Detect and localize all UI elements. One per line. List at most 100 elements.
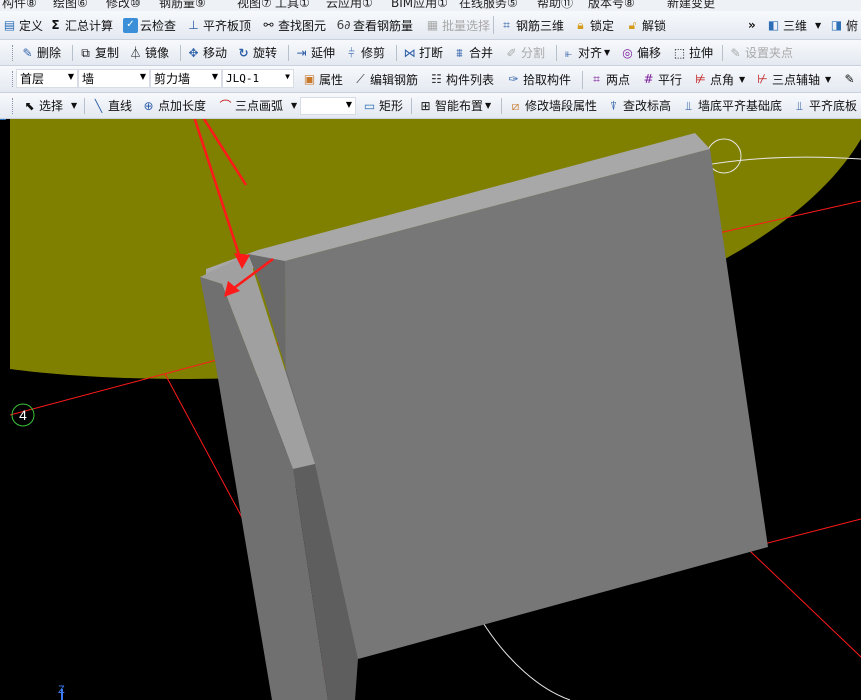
overflow-chevron-icon: » (748, 18, 756, 32)
offset-button[interactable]: ◎ 偏移 (620, 40, 661, 65)
menu-new-change[interactable]: 新建变更 (667, 0, 715, 11)
rectangle-label: 矩形 (379, 99, 404, 113)
point-angle-icon: ⊭ (695, 72, 706, 86)
shape-select[interactable]: ▼ (300, 97, 356, 115)
view-rebar-qty-button[interactable]: 6∂ 查看钢筋量 (336, 11, 413, 39)
stretch-button[interactable]: ⬚ 拉伸 (672, 40, 713, 65)
menu-rebar-qty[interactable]: 钢筋量⑨ (159, 0, 206, 11)
3d-viewport[interactable]: 4 Z (10, 119, 861, 700)
point-angle-dropdown[interactable]: ⊭ 点角 ▼ (693, 66, 745, 92)
view-top-button[interactable]: ◨ 俯 (829, 11, 858, 39)
batch-select-button[interactable]: ▦ 批量选择 (425, 11, 490, 39)
unlock-icon: 🔓︎ (628, 18, 637, 32)
menu-cloud[interactable]: 云应用① (326, 0, 373, 11)
trim-label: 修剪 (361, 46, 386, 60)
point-angle-label: 点角 (710, 72, 735, 87)
line-button[interactable]: ╲ 直线 (91, 93, 132, 118)
toolbar-grip[interactable] (12, 98, 16, 114)
parallel-button[interactable]: # 平行 (641, 66, 682, 92)
toolbar-overflow-button[interactable]: » (748, 11, 756, 39)
unlock-button[interactable]: 🔓︎ 解锁 (625, 11, 666, 39)
break-button[interactable]: ⋈ 打断 (402, 40, 444, 65)
menu-tools[interactable]: 工具① (275, 0, 310, 11)
rotate-label: 旋转 (253, 46, 278, 60)
merge-label: 合并 (469, 46, 494, 60)
separator (501, 98, 502, 114)
two-points-button[interactable]: ⌗ 两点 (589, 66, 630, 92)
axis-label: 4 (19, 407, 27, 423)
delete-button[interactable]: ✎ 删除 (20, 40, 61, 65)
mirror-button[interactable]: ⏃ 镜像 (128, 40, 169, 65)
chevron-down-icon: ▼ (485, 101, 492, 110)
define-label: 定义 (19, 18, 44, 33)
arc-icon: ⌒ (219, 98, 232, 113)
view-3d-dropdown[interactable]: ◧ 三维 ▼ (766, 11, 821, 39)
extend-button[interactable]: ⇥ 延伸 (294, 40, 335, 65)
arc-3pt-dropdown[interactable]: ⌒ 三点画弧 ▼ (218, 93, 297, 118)
wall-bottom-align-button[interactable]: ⫫ 墙底平齐基础底 (681, 93, 782, 118)
rebar-3d-button[interactable]: ⌗ 钢筋三维 (499, 11, 564, 39)
smart-layout-label: 智能布置 (435, 99, 484, 113)
smart-layout-dropdown[interactable]: ⊞ 智能布置 ▼ (418, 93, 491, 118)
menu-online[interactable]: 在线服务⑤ (459, 0, 518, 11)
pencil-icon: ✎ (844, 72, 855, 86)
viewport-canvas[interactable]: 4 Z (10, 119, 861, 700)
edit-wall-props-button[interactable]: ⧄ 修改墙段属性 (508, 93, 597, 118)
mirror-label: 镜像 (145, 46, 170, 60)
chevron-down-icon: ▼ (345, 100, 352, 109)
component-name-select[interactable]: JLQ-1 ▼ (222, 69, 294, 88)
rectangle-button[interactable]: ▭ 矩形 (362, 93, 403, 118)
wall-props-icon: ⧄ (511, 98, 520, 113)
pick-component-button[interactable]: ✑ 拾取构件 (506, 66, 571, 92)
trim-button[interactable]: ⫩ 修剪 (344, 40, 385, 65)
sum-calc-label: 汇总计算 (65, 18, 114, 33)
separator (84, 98, 85, 114)
split-label: 分割 (521, 46, 546, 60)
menu-bim[interactable]: BIM应用① (391, 0, 448, 11)
chevron-down-icon: ▼ (139, 72, 146, 81)
stretch-label: 拉伸 (689, 46, 714, 60)
cube-top-icon: ◨ (830, 18, 843, 32)
copy-button[interactable]: ⧉ 复制 (78, 40, 119, 65)
rotate-button[interactable]: ↻ 旋转 (236, 40, 277, 65)
menu-draw[interactable]: 绘图⑥ (53, 0, 88, 11)
cursor-icon: ⬉ (24, 98, 35, 113)
check-elevation-button[interactable]: ⍒ 查改标高 (606, 93, 671, 118)
define-button[interactable]: ▤ 定义 (2, 11, 43, 39)
pencil-tool-button[interactable]: ✎ (842, 66, 857, 92)
menu-version[interactable]: 版本号⑧ (588, 0, 635, 11)
toolbar-grip[interactable] (12, 45, 16, 61)
menu-view[interactable]: 视图⑦ (237, 0, 272, 11)
properties-button[interactable]: ▣ 属性 (302, 66, 343, 92)
grip-icon: ✎ (730, 45, 741, 60)
align-slab-bottom-button[interactable]: ⫫ 平齐底板 (792, 93, 857, 118)
menu-component[interactable]: 构件⑧ (2, 0, 37, 11)
floor-select[interactable]: 首层 ▼ (16, 69, 78, 88)
edit-rebar-button[interactable]: ⟋ 编辑钢筋 (353, 66, 418, 92)
lock-button[interactable]: 🔒︎ 锁定 (573, 11, 614, 39)
three-point-aux-dropdown[interactable]: ⊬ 三点辅轴 ▼ (755, 66, 831, 92)
cloud-check-button[interactable]: ✓ 云检查 (123, 11, 176, 39)
aux-axis-icon: ⊬ (757, 72, 768, 86)
split-button[interactable]: ✐ 分割 (504, 40, 545, 65)
align-slab-bottom-label: 平齐底板 (809, 99, 858, 113)
find-element-button[interactable]: ⚯ 查找图元 (261, 11, 326, 39)
select-dropdown[interactable]: ⬉ 选择 ▼ (22, 93, 77, 118)
break-icon: ⋈ (403, 45, 416, 60)
menu-help[interactable]: 帮助⑪ (537, 0, 573, 11)
align-dropdown[interactable]: ⫦ 对齐 ▼ (561, 40, 610, 65)
sum-calc-button[interactable]: Σ 汇总计算 (48, 11, 113, 39)
separator (493, 16, 494, 34)
set-grip-button[interactable]: ✎ 设置夹点 (728, 40, 793, 65)
component-list-button[interactable]: ☷ 构件列表 (429, 66, 494, 92)
menu-modify[interactable]: 修改⑩ (106, 0, 141, 11)
level-slab-top-button[interactable]: ⊥ 平齐板顶 (186, 11, 251, 39)
list-icon: ☷ (431, 72, 442, 86)
type-select[interactable]: 剪力墙 ▼ (150, 69, 222, 88)
category-select[interactable]: 墙 ▼ (78, 69, 150, 88)
point-length-button[interactable]: ⊕ 点加长度 (141, 93, 206, 118)
view-rebar-label: 查看钢筋量 (353, 18, 414, 33)
merge-button[interactable]: ⩩ 合并 (452, 40, 493, 65)
move-button[interactable]: ✥ 移动 (186, 40, 227, 65)
chevron-down-icon: ▼ (67, 72, 74, 81)
